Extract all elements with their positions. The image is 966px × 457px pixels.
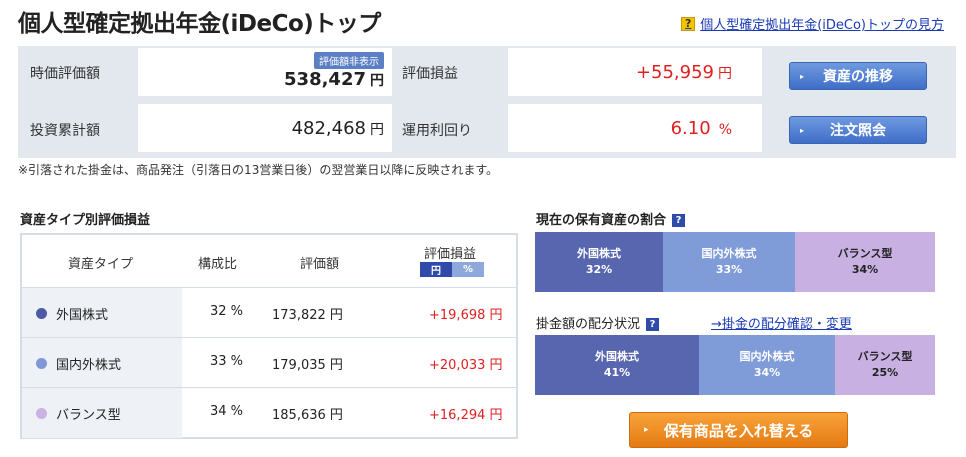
- bar-segment: 国内外株式 34%: [699, 335, 835, 395]
- header-pl: 評価損益: [424, 247, 477, 262]
- yield-label: 運用利回り: [402, 123, 472, 139]
- summary-row-valuation: 時価評価額 評価額非表示 538,427 円 評価損益 +55,959 円 ▸ 資産…: [18, 48, 956, 96]
- asset-table-title: 資産タイプ別評価損益: [20, 213, 151, 228]
- asset-type-table: 資産タイプ 構成比 評価額 評価損益 円 % 外国株式 32 % 173,822…: [20, 233, 518, 439]
- segment-percent: 34%: [753, 366, 781, 379]
- domestic-foreign-stock-dot: [36, 358, 47, 369]
- investment-value: 482,468 円: [291, 118, 384, 139]
- segment-percent: 34%: [851, 263, 879, 276]
- hide-valuation-badge[interactable]: 評価額非表示: [314, 52, 384, 69]
- row-amount: 173,822 円: [272, 308, 343, 323]
- segment-label: 国内外株式: [701, 247, 757, 260]
- table-row: 国内外株式 33 % 179,035 円 +20,033 円: [22, 337, 516, 388]
- segment-percent: 32%: [585, 263, 613, 276]
- help-icon[interactable]: ?: [646, 318, 660, 331]
- summary-row-investment: 投資累計額 482,468 円 運用利回り 6.10% ▸ 注文照会: [18, 104, 956, 152]
- help-link-text[interactable]: 個人型確定拠出年金(iDeCo)トップの見方: [700, 14, 944, 33]
- valuation-cell: 評価額非表示 538,427 円: [138, 48, 392, 96]
- allocation-change-link[interactable]: →掛金の配分確認・変更: [711, 313, 852, 332]
- row-pl: +19,698 円: [429, 308, 503, 323]
- toggle-percent[interactable]: %: [452, 262, 484, 277]
- toggle-yen[interactable]: 円: [420, 262, 452, 277]
- swap-holdings-button[interactable]: ▸ 保有商品を入れ替える: [629, 412, 848, 448]
- segment-label: 外国株式: [577, 247, 621, 260]
- header-ratio: 構成比: [198, 257, 238, 272]
- row-name: 国内外株式: [56, 358, 122, 373]
- holdings-ratio-bar: 外国株式 32% 国内外株式 33% バランス型 34%: [535, 232, 935, 292]
- segment-label: 国内外株式: [739, 350, 795, 363]
- segment-percent: 33%: [715, 263, 743, 276]
- investment-label: 投資累計額: [30, 123, 100, 139]
- play-icon: ▸: [800, 125, 805, 135]
- segment-label: バランス型: [857, 350, 913, 363]
- allocation-ratio-bar: 外国株式 41% 国内外株式 34% バランス型 25%: [535, 335, 935, 395]
- row-name: バランス型: [56, 408, 121, 423]
- row-amount: 185,636 円: [272, 408, 343, 423]
- row-amount: 179,035 円: [272, 358, 343, 373]
- table-header: 資産タイプ 構成比 評価額 評価損益 円 %: [22, 235, 516, 287]
- yield-cell: 6.10%: [508, 104, 762, 152]
- investment-cell: 482,468 円: [138, 104, 392, 152]
- bar-segment: バランス型 25%: [835, 335, 935, 395]
- page-title: 個人型確定拠出年金(iDeCo)トップ: [18, 11, 381, 37]
- bar-segment: 国内外株式 33%: [663, 232, 795, 292]
- play-icon: ▸: [644, 425, 649, 435]
- yield-value: 6.10%: [670, 118, 732, 139]
- foreign-stock-dot: [36, 308, 47, 319]
- row-ratio: 32 %: [210, 304, 244, 319]
- pl-unit-toggle[interactable]: 円 %: [420, 262, 484, 277]
- order-inquiry-button[interactable]: ▸ 注文照会: [789, 116, 927, 144]
- help-icon[interactable]: ?: [672, 214, 686, 227]
- row-pl: +16,294 円: [429, 408, 503, 423]
- row-ratio: 34 %: [210, 404, 244, 419]
- pl-label: 評価損益: [402, 66, 458, 82]
- contribution-note: ※引落された掛金は、商品発注（引落日の13営業日後）の翌営業日以降に反映されます…: [18, 163, 499, 177]
- pl-value: +55,959 円: [635, 62, 732, 83]
- help-icon: ?: [681, 16, 696, 31]
- segment-percent: 41%: [603, 366, 631, 379]
- bar-segment: バランス型 34%: [795, 232, 935, 292]
- help-link[interactable]: ? 個人型確定拠出年金(iDeCo)トップの見方: [681, 14, 944, 33]
- table-row: バランス型 34 % 185,636 円 +16,294 円: [22, 387, 516, 438]
- balanced-dot: [36, 408, 47, 419]
- bar-segment: 外国株式 32%: [535, 232, 663, 292]
- asset-trend-button[interactable]: ▸ 資産の推移: [789, 62, 927, 90]
- row-ratio: 33 %: [210, 354, 244, 369]
- table-row: 外国株式 32 % 173,822 円 +19,698 円: [22, 287, 516, 338]
- allocation-title: 掛金額の配分状況?: [536, 313, 660, 332]
- segment-percent: 25%: [871, 366, 899, 379]
- play-icon: ▸: [800, 71, 805, 81]
- header-amount: 評価額: [300, 257, 340, 272]
- bar-segment: 外国株式 41%: [535, 335, 699, 395]
- segment-label: バランス型: [837, 247, 893, 260]
- valuation-label: 時価評価額: [30, 66, 100, 82]
- valuation-value: 538,427 円: [284, 69, 384, 90]
- holdings-title: 現在の保有資産の割合?: [536, 209, 686, 228]
- summary-panel: 時価評価額 評価額非表示 538,427 円 評価損益 +55,959 円 ▸ 資産…: [18, 46, 956, 158]
- segment-label: 外国株式: [595, 350, 639, 363]
- row-pl: +20,033 円: [429, 358, 503, 373]
- row-name: 外国株式: [56, 308, 109, 323]
- header-asset-type: 資産タイプ: [68, 257, 134, 272]
- pl-cell: +55,959 円: [508, 48, 762, 96]
